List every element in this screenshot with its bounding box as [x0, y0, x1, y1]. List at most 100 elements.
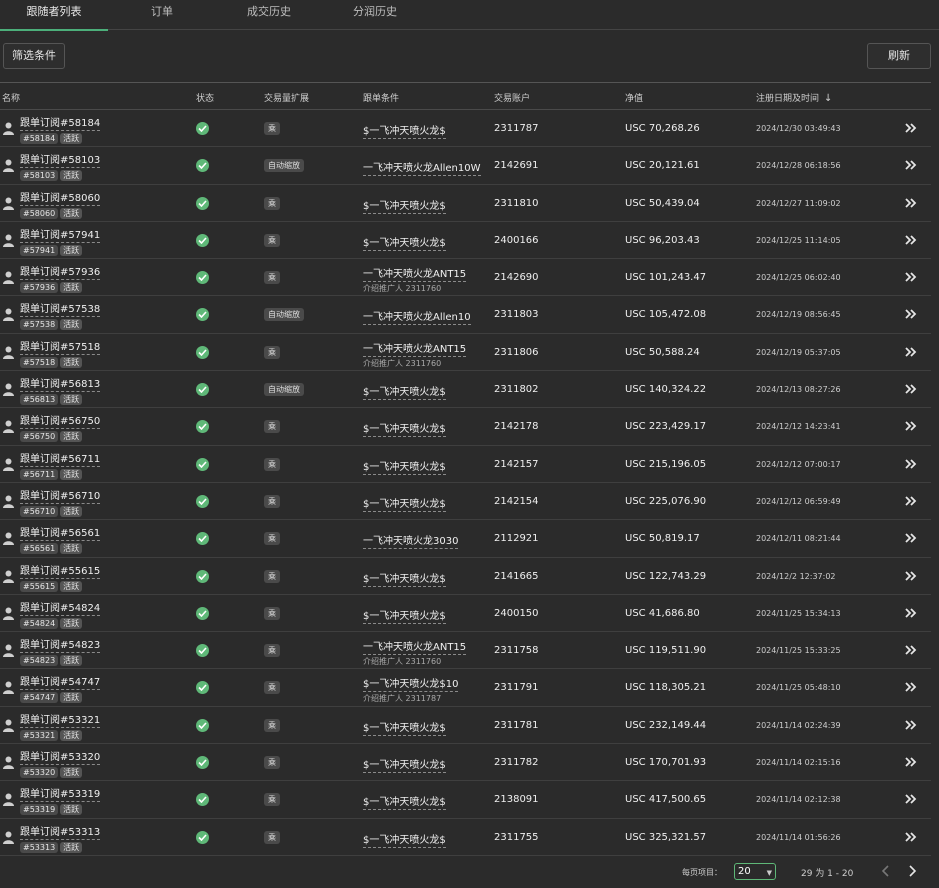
table-row[interactable]: 跟单订阅#53313 #53313 活跃 乘 $一飞冲天喷火龙$ 2311755 …: [0, 819, 931, 856]
subscription-name[interactable]: 跟单订阅#55615: [20, 562, 101, 579]
table-row[interactable]: 跟单订阅#56813 #56813 活跃 自动缩放 $一飞冲天喷火龙$ 23118…: [0, 371, 931, 409]
copy-condition-name[interactable]: 一飞冲天喷火龙ANT15: [363, 265, 467, 283]
table-row[interactable]: 跟单订阅#54823 #54823 活跃 乘 一飞冲天喷火龙ANT15 介绍推广人…: [0, 632, 931, 670]
volume-scale-tag: 乘: [264, 681, 280, 695]
double-chevron-right-icon[interactable]: [904, 606, 918, 623]
tab-orders[interactable]: 订单: [136, 0, 188, 30]
column-copy-condition[interactable]: 跟单条件: [363, 91, 399, 104]
table-row[interactable]: 跟单订阅#57936 #57936 活跃 乘 一飞冲天喷火龙ANT15 介绍推广人…: [0, 259, 931, 297]
per-page-select[interactable]: 20 ▼: [734, 863, 776, 880]
double-chevron-right-icon[interactable]: [904, 270, 918, 287]
copy-condition-name[interactable]: $一飞冲天喷火龙$: [363, 495, 446, 512]
copy-condition-name[interactable]: $一飞冲天喷火龙$: [363, 234, 446, 251]
table-row[interactable]: 跟单订阅#58103 #58103 活跃 自动缩放 一飞冲天喷火龙Allen10W…: [0, 147, 931, 185]
chevron-right-icon[interactable]: [905, 864, 919, 878]
subscription-name[interactable]: 跟单订阅#57941: [20, 226, 101, 243]
arrow-down-icon[interactable]: ↓: [824, 93, 832, 104]
copy-condition-name[interactable]: $一飞冲天喷火龙$: [363, 607, 446, 624]
table-row[interactable]: 跟单订阅#57518 #57518 活跃 乘 一飞冲天喷火龙ANT15 介绍推广人…: [0, 334, 931, 372]
subscription-name[interactable]: 跟单订阅#53313: [20, 823, 101, 840]
copy-condition-name[interactable]: 一飞冲天喷火龙Allen10: [363, 308, 471, 326]
column-status[interactable]: 状态: [196, 91, 214, 104]
double-chevron-right-icon[interactable]: [904, 233, 918, 250]
table-row[interactable]: 跟单订阅#58184 #58184 活跃 乘 $一飞冲天喷火龙$ 2311787 …: [0, 110, 931, 148]
copy-condition-name[interactable]: 一飞冲天喷火龙3030: [363, 532, 459, 550]
copy-condition-name[interactable]: 一飞冲天喷火龙ANT15: [363, 638, 467, 656]
subscription-name[interactable]: 跟单订阅#57936: [20, 263, 101, 281]
table-row[interactable]: 跟单订阅#56561 #56561 活跃 乘 一飞冲天喷火龙3030 211292…: [0, 520, 931, 558]
double-chevron-right-icon[interactable]: [904, 382, 918, 399]
double-chevron-right-icon[interactable]: [904, 196, 918, 213]
double-chevron-right-icon[interactable]: [904, 345, 918, 362]
column-volume-scale[interactable]: 交易量扩展: [264, 91, 309, 104]
column-name[interactable]: 名称: [2, 91, 20, 104]
subscription-name[interactable]: 跟单订阅#56750: [20, 412, 101, 430]
subscription-name[interactable]: 跟单订阅#58103: [20, 151, 101, 169]
filter-button[interactable]: 筛选条件: [3, 43, 65, 69]
double-chevron-right-icon[interactable]: [904, 307, 918, 324]
table-row[interactable]: 跟单订阅#53319 #53319 活跃 乘 $一飞冲天喷火龙$ 2138091 …: [0, 781, 931, 819]
double-chevron-right-icon[interactable]: [904, 792, 918, 809]
subscription-name[interactable]: 跟单订阅#53319: [20, 785, 101, 803]
column-account[interactable]: 交易账户: [494, 91, 530, 104]
double-chevron-right-icon[interactable]: [904, 569, 918, 586]
copy-condition-name[interactable]: 一飞冲天喷火龙Allen10W: [363, 159, 481, 177]
table-row[interactable]: 跟单订阅#56711 #56711 活跃 乘 $一飞冲天喷火龙$ 2142157 …: [0, 446, 931, 483]
subscription-name[interactable]: 跟单订阅#56710: [20, 487, 101, 504]
tab-profit-share-history[interactable]: 分润历史: [344, 0, 406, 30]
subscription-name-text: 跟单订阅#53320: [20, 748, 101, 766]
subscription-name[interactable]: 跟单订阅#54823: [20, 636, 101, 654]
double-chevron-right-icon[interactable]: [904, 643, 918, 660]
copy-condition-name[interactable]: $一飞冲天喷火龙$: [363, 383, 446, 401]
subscription-name[interactable]: 跟单订阅#57518: [20, 338, 101, 355]
double-chevron-right-icon[interactable]: [904, 830, 918, 847]
table-row[interactable]: 跟单订阅#53321 #53321 活跃 乘 $一飞冲天喷火龙$ 2311781 …: [0, 707, 931, 745]
copy-condition-name[interactable]: $一飞冲天喷火龙$: [363, 458, 446, 475]
double-chevron-right-icon[interactable]: [904, 494, 918, 511]
subscription-name[interactable]: 跟单订阅#54824: [20, 599, 101, 616]
table-row[interactable]: 跟单订阅#53320 #53320 活跃 乘 $一飞冲天喷火龙$ 2311782 …: [0, 744, 931, 782]
double-chevron-right-icon[interactable]: [904, 457, 918, 474]
double-chevron-right-icon[interactable]: [904, 531, 918, 548]
tab-trade-history[interactable]: 成交历史: [236, 0, 302, 30]
copy-condition-name[interactable]: $一飞冲天喷火龙$: [363, 122, 446, 139]
subscription-name[interactable]: 跟单订阅#54747: [20, 673, 101, 691]
copy-condition: $一飞冲天喷火龙$: [363, 420, 446, 438]
copy-condition-name[interactable]: $一飞冲天喷火龙$: [363, 831, 446, 848]
refresh-button[interactable]: 刷新: [867, 43, 931, 69]
copy-condition-name[interactable]: $一飞冲天喷火龙$: [363, 570, 446, 587]
chevron-left-icon[interactable]: [879, 864, 893, 878]
table-row[interactable]: 跟单订阅#54747 #54747 活跃 乘 $一飞冲天喷火龙$10 介绍推广人 …: [0, 669, 931, 707]
table-row[interactable]: 跟单订阅#56750 #56750 活跃 乘 $一飞冲天喷火龙$ 2142178 …: [0, 408, 931, 446]
table-row[interactable]: 跟单订阅#56710 #56710 活跃 乘 $一飞冲天喷火龙$ 2142154 …: [0, 483, 931, 521]
column-register-time[interactable]: 注册日期及时间 ↓: [756, 91, 832, 104]
table-row[interactable]: 跟单订阅#54824 #54824 活跃 乘 $一飞冲天喷火龙$ 2400150 …: [0, 595, 931, 633]
copy-condition-name[interactable]: $一飞冲天喷火龙$10: [363, 675, 459, 693]
table-row[interactable]: 跟单订阅#58060 #58060 活跃 乘 $一飞冲天喷火龙$ 2311810 …: [0, 185, 931, 222]
double-chevron-right-icon[interactable]: [904, 755, 918, 772]
subscription-name[interactable]: 跟单订阅#57538: [20, 300, 101, 318]
double-chevron-right-icon[interactable]: [904, 158, 918, 175]
subscription-name[interactable]: 跟单订阅#58184: [20, 114, 101, 131]
double-chevron-right-icon[interactable]: [904, 419, 918, 436]
double-chevron-right-icon[interactable]: [904, 121, 918, 138]
table-row[interactable]: 跟单订阅#57941 #57941 活跃 乘 $一飞冲天喷火龙$ 2400166 …: [0, 222, 931, 260]
copy-condition-name[interactable]: $一飞冲天喷火龙$: [363, 197, 446, 214]
subscription-name[interactable]: 跟单订阅#56711: [20, 450, 101, 467]
tab-followers[interactable]: 跟随者列表: [0, 0, 108, 31]
copy-condition-name[interactable]: 一飞冲天喷火龙ANT15: [363, 340, 467, 357]
subscription-name[interactable]: 跟单订阅#53320: [20, 748, 101, 766]
subscription-name[interactable]: 跟单订阅#58060: [20, 189, 101, 206]
copy-condition-name[interactable]: $一飞冲天喷火龙$: [363, 420, 446, 438]
subscription-name[interactable]: 跟单订阅#56813: [20, 375, 101, 393]
double-chevron-right-icon[interactable]: [904, 680, 918, 697]
table-row[interactable]: 跟单订阅#55615 #55615 活跃 乘 $一飞冲天喷火龙$ 2141665 …: [0, 558, 931, 595]
copy-condition-name[interactable]: $一飞冲天喷火龙$: [363, 719, 446, 736]
column-equity[interactable]: 净值: [625, 91, 643, 104]
table-row[interactable]: 跟单订阅#57538 #57538 活跃 自动缩放 一飞冲天喷火龙Allen10 …: [0, 296, 931, 334]
subscription-name[interactable]: 跟单订阅#53321: [20, 711, 101, 728]
subscription-name[interactable]: 跟单订阅#56561: [20, 524, 101, 542]
copy-condition-name[interactable]: $一飞冲天喷火龙$: [363, 793, 446, 811]
copy-condition-name[interactable]: $一飞冲天喷火龙$: [363, 756, 446, 774]
double-chevron-right-icon[interactable]: [904, 718, 918, 735]
